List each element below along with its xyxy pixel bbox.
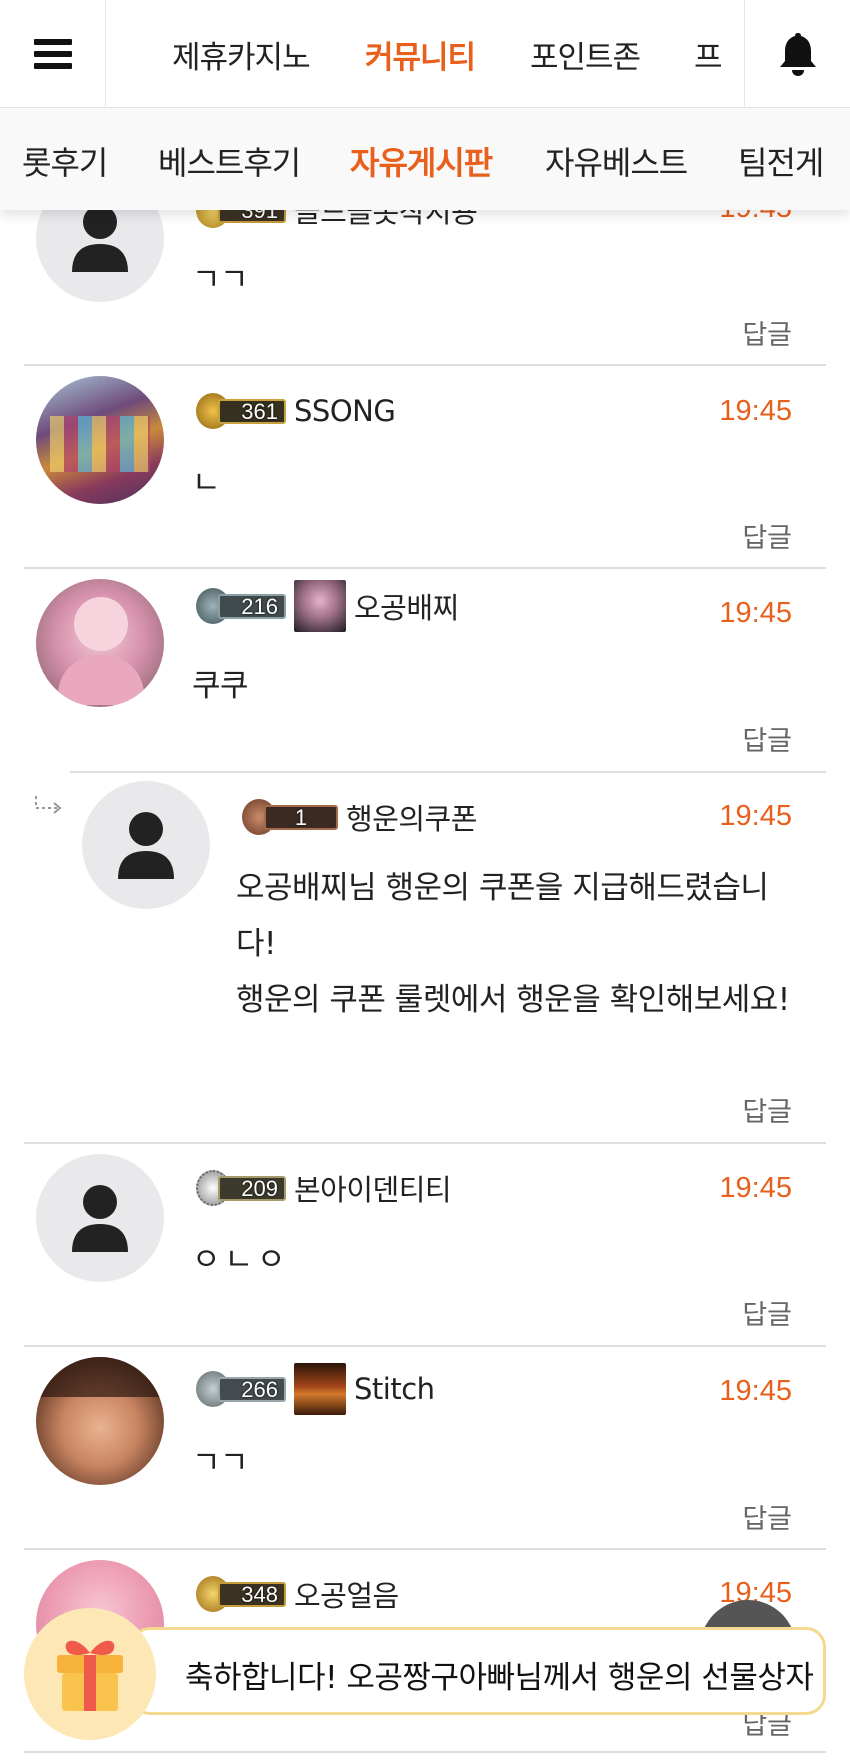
comment-text: ㄱㄱ (192, 1445, 249, 1481)
level-badge: 209 (196, 1170, 286, 1206)
nickname[interactable]: 본아이덴티티 (294, 1167, 452, 1209)
comment-time: 19:45 (719, 597, 792, 629)
subtab-team-board[interactable]: 팀전게 (738, 138, 824, 184)
level-badge: 348 (196, 1576, 286, 1612)
reply-button[interactable]: 답글 (742, 1293, 792, 1332)
comment-text: ㄱㄱ (192, 262, 249, 298)
tab-partner-casino[interactable]: 제휴카지노 (172, 32, 311, 77)
reply-arrow-icon (35, 796, 62, 814)
comment-text: ㄴ (192, 465, 221, 501)
gift-toast[interactable]: 축하합니다! 오공짱구아빠님께서 행운의 선물상자 (130, 1627, 826, 1715)
nickname[interactable]: 오공배찌 (354, 585, 459, 627)
comment-meta: 1 행운의쿠폰 (242, 797, 477, 837)
subtab-free-board[interactable]: 자유게시판 (350, 138, 493, 184)
tab-point-zone[interactable]: 포인트존 (530, 32, 641, 77)
user-silhouette-icon (118, 812, 174, 879)
user-silhouette-icon (72, 1185, 128, 1252)
comment-text: ㅇㄴㅇ (192, 1242, 290, 1278)
avatar[interactable] (82, 781, 210, 909)
divider (24, 364, 826, 366)
bell-icon (779, 33, 816, 76)
divider (24, 1142, 826, 1144)
comment-meta: 216 오공배찌 (196, 580, 459, 632)
gift-button[interactable] (24, 1608, 156, 1740)
tab-more[interactable]: 프 (694, 32, 723, 77)
nickname[interactable]: Stitch (354, 1372, 435, 1406)
divider (24, 567, 826, 569)
level-badge: 1 (242, 799, 338, 835)
comment-time: 19:45 (719, 395, 792, 427)
profile-thumbnail (294, 580, 346, 632)
reply-button[interactable]: 답글 (742, 516, 792, 555)
divider (24, 1548, 826, 1550)
tab-community[interactable]: 커뮤니티 (365, 32, 476, 77)
subtab-best-review[interactable]: 베스트후기 (158, 138, 301, 184)
notification-button[interactable] (744, 0, 850, 108)
nickname[interactable]: 오공얼음 (294, 1573, 399, 1615)
avatar-image (50, 416, 150, 472)
divider (24, 1751, 826, 1753)
avatar[interactable] (36, 579, 164, 707)
divider (70, 771, 826, 773)
comment-time: 19:45 (719, 800, 792, 832)
avatar[interactable] (36, 376, 164, 504)
nickname[interactable]: SSONG (294, 394, 396, 428)
hamburger-icon (33, 39, 72, 69)
subtab-slot-review[interactable]: 롯후기 (22, 138, 108, 184)
sub-nav: 롯후기 베스트후기 자유게시판 자유베스트 팀전게 (0, 108, 850, 210)
app-root: 391 골드슬롯착지용 19:45 ㄱㄱ 답글 361 SSONG 19:45 (0, 0, 850, 1760)
comment-time: 19:45 (719, 1375, 792, 1407)
divider (24, 1345, 826, 1347)
user-silhouette-icon (72, 205, 128, 272)
toast-message: 축하합니다! 오공짱구아빠님께서 행운의 선물상자 (185, 1660, 814, 1696)
comment-text: 오공배찌님 행운의 쿠폰을 지급해드렸습니다! 행운의 쿠폰 룰렛에서 행운을 … (236, 870, 790, 1018)
reply-button[interactable]: 답글 (742, 1090, 792, 1129)
comment-meta: 209 본아이덴티티 (196, 1167, 452, 1209)
main-tabs: 제휴카지노 커뮤니티 포인트존 프 (106, 0, 744, 108)
avatar-image (74, 597, 128, 651)
top-nav: 제휴카지노 커뮤니티 포인트존 프 (0, 0, 850, 108)
reply-button[interactable]: 답글 (742, 719, 792, 758)
nickname[interactable]: 행운의쿠폰 (346, 796, 477, 838)
avatar[interactable] (36, 1154, 164, 1282)
avatar[interactable] (36, 1357, 164, 1485)
gift-icon (57, 1640, 123, 1711)
level-badge: 266 (196, 1371, 286, 1407)
comment-meta: 348 오공얼음 (196, 1574, 399, 1614)
reply-button[interactable]: 답글 (742, 313, 792, 352)
menu-button[interactable] (0, 0, 106, 108)
profile-thumbnail (294, 1363, 346, 1415)
reply-button[interactable]: 답글 (742, 1497, 792, 1536)
comment-time: 19:45 (719, 1172, 792, 1204)
comment-meta: 266 Stitch (196, 1363, 435, 1415)
comment-meta: 361 SSONG (196, 391, 396, 431)
avatar-image (58, 655, 144, 705)
subtab-free-best[interactable]: 자유베스트 (545, 138, 688, 184)
level-badge: 361 (196, 393, 286, 429)
avatar-image (36, 1357, 164, 1397)
level-badge: 216 (196, 588, 286, 624)
comment-text: 쿠쿠 (192, 668, 249, 704)
